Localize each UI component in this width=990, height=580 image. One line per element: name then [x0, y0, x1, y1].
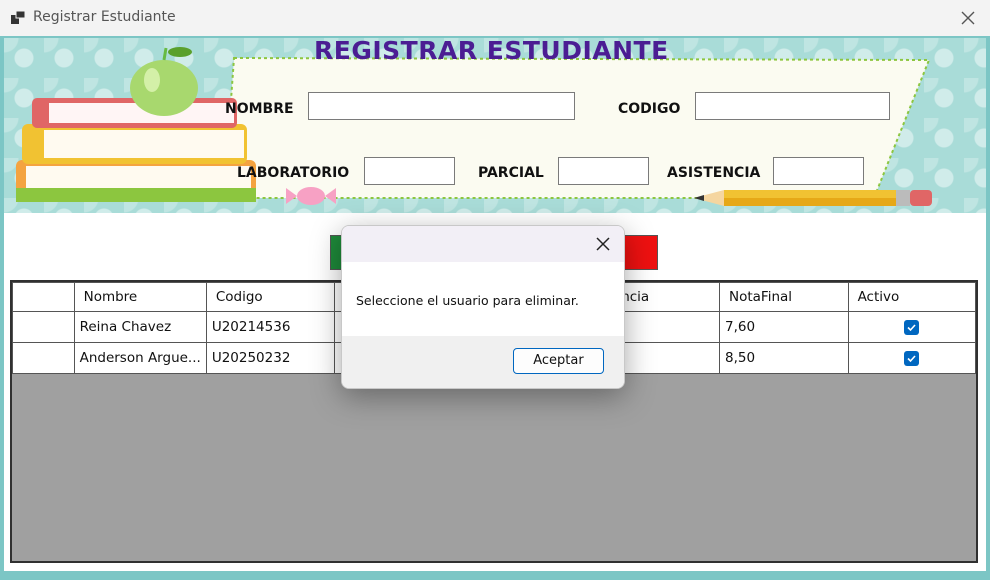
cell-notafinal[interactable]: 8,50	[719, 342, 849, 374]
window-close-icon[interactable]	[958, 8, 978, 28]
cell-codigo[interactable]: U20250232	[205, 342, 336, 374]
laboratorio-field[interactable]	[364, 157, 455, 185]
column-header-notafinal[interactable]: NotaFinal	[719, 282, 849, 312]
apple-illustration	[130, 47, 198, 116]
cell-activo[interactable]	[847, 342, 977, 374]
pencil-illustration	[694, 190, 932, 206]
main-window: Registrar Estudiante REGISTRAR ESTUDIANT…	[0, 0, 990, 580]
parcial-field[interactable]	[558, 157, 649, 185]
nombre-label: NOMBRE	[225, 101, 294, 117]
column-header-rowselector[interactable]	[12, 282, 75, 312]
laboratorio-label: LABORATORIO	[237, 165, 350, 181]
row-selector[interactable]	[12, 311, 75, 343]
cell-codigo[interactable]: U20214536	[205, 311, 336, 343]
cell-notafinal[interactable]: 7,60	[719, 311, 849, 343]
cell-nombre[interactable]: Reina Chavez	[73, 311, 207, 343]
codigo-field[interactable]	[695, 92, 890, 120]
title-bar: Registrar Estudiante	[0, 0, 990, 36]
activo-checkbox-checked-icon[interactable]	[904, 350, 920, 366]
asistencia-field[interactable]	[773, 157, 864, 185]
asistencia-label: ASISTENCIA	[667, 165, 761, 181]
codigo-label: CODIGO	[618, 101, 681, 117]
dialog-message: Seleccione el usuario para eliminar.	[356, 293, 579, 308]
dialog-footer: Aceptar	[342, 336, 624, 388]
dialog-header	[342, 226, 624, 262]
row-selector[interactable]	[12, 342, 75, 374]
activo-checkbox-checked-icon[interactable]	[904, 319, 920, 335]
cell-activo[interactable]	[847, 311, 977, 343]
banner-title: REGISTRAR ESTUDIANTE	[314, 38, 669, 65]
window-title: Registrar Estudiante	[33, 9, 176, 25]
accept-button[interactable]: Aceptar	[513, 348, 604, 374]
app-window-icon	[11, 10, 26, 24]
header-banner: REGISTRAR ESTUDIANTE NOMBRE CODIGO LABOR…	[4, 38, 986, 213]
books-illustration	[16, 98, 256, 202]
nombre-field[interactable]	[308, 92, 575, 120]
cell-nombre[interactable]: Anderson Argue...	[73, 342, 207, 374]
dialog-close-icon[interactable]	[594, 235, 612, 253]
message-dialog: Seleccione el usuario para eliminar. Ace…	[341, 225, 625, 389]
column-header-codigo[interactable]: Codigo	[205, 282, 336, 312]
column-header-nombre[interactable]: Nombre	[73, 282, 207, 312]
column-header-activo[interactable]: Activo	[847, 282, 977, 312]
parcial-label: PARCIAL	[478, 165, 544, 181]
